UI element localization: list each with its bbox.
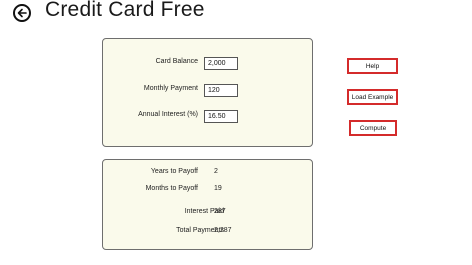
years-to-payoff-label: Years to Payoff <box>150 168 198 175</box>
help-button[interactable]: Help <box>347 58 398 74</box>
annual-interest-input[interactable] <box>204 110 238 123</box>
back-button[interactable] <box>13 4 31 22</box>
total-payments-value: 2,287 <box>214 227 232 234</box>
compute-button[interactable]: Compute <box>349 120 397 136</box>
months-to-payoff-value: 19 <box>214 185 222 192</box>
monthly-payment-input[interactable] <box>204 84 238 97</box>
back-arrow-icon <box>16 7 28 19</box>
load-example-button[interactable]: Load Example <box>347 89 398 105</box>
interest-paid-value: 287 <box>214 208 226 215</box>
input-panel: Card Balance Monthly Payment Annual Inte… <box>102 38 313 147</box>
months-to-payoff-label: Months to Payoff <box>145 185 198 192</box>
card-balance-label: Card Balance <box>155 58 198 65</box>
years-to-payoff-value: 2 <box>214 168 218 175</box>
credit-card-page: Credit Card Free Card Balance Monthly Pa… <box>0 0 472 265</box>
card-balance-input[interactable] <box>204 57 238 70</box>
monthly-payment-label: Monthly Payment <box>143 85 198 92</box>
page-title: Credit Card Free <box>45 0 205 21</box>
annual-interest-label: Annual Interest (%) <box>138 111 198 118</box>
results-panel: Years to Payoff 2 Months to Payoff 19 In… <box>102 159 313 250</box>
